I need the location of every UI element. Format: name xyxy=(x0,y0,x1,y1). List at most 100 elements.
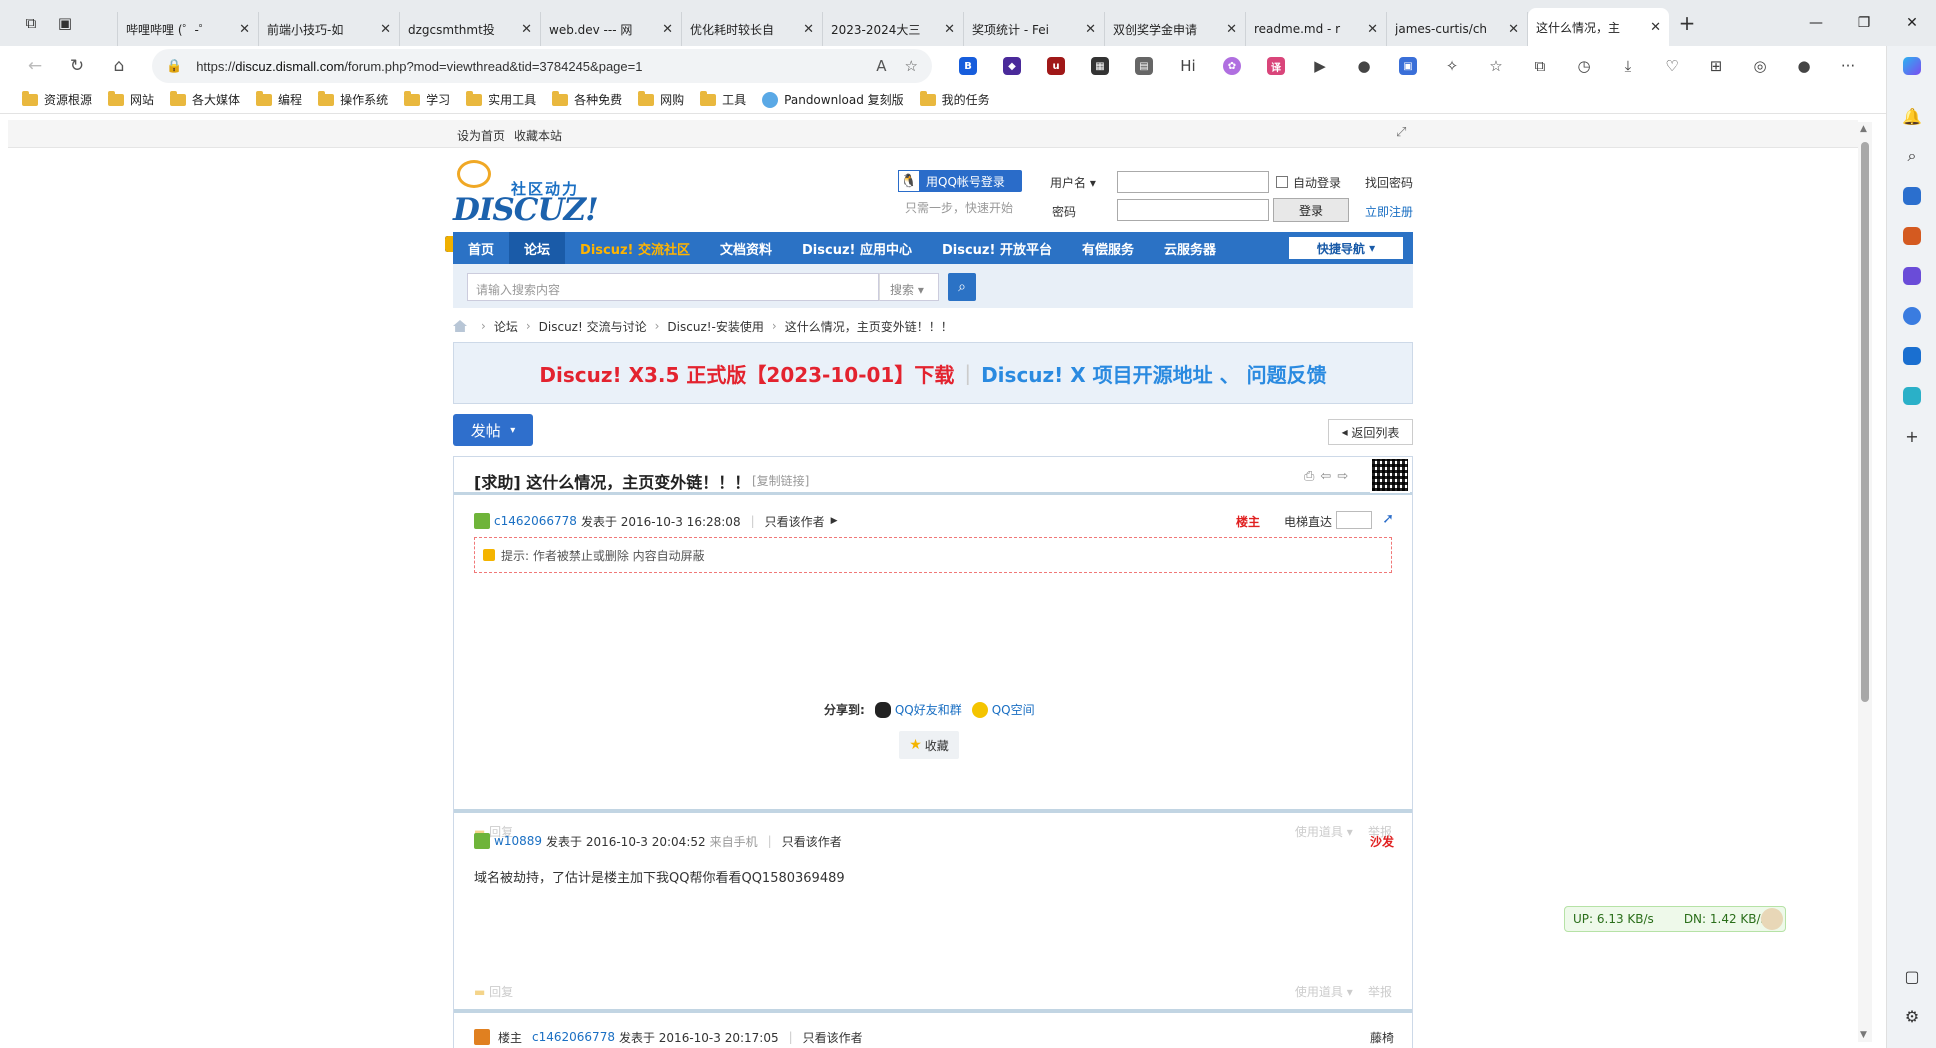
breadcrumb-item[interactable]: Discuz! 交流与讨论 xyxy=(539,318,647,335)
tab-close-icon[interactable]: ✕ xyxy=(380,22,391,37)
breadcrumb-item[interactable]: 这什么情况，主页变外链！！！ xyxy=(785,318,953,335)
tab-active[interactable]: 这什么情况，主 ✕ xyxy=(445,8,1669,252)
nav-item[interactable]: Discuz! 应用中心 xyxy=(787,232,927,264)
tab-close-icon[interactable]: ✕ xyxy=(1085,22,1096,37)
games-icon[interactable] xyxy=(1887,256,1936,296)
bookmark-item[interactable]: 实用工具 xyxy=(466,90,536,108)
author-link[interactable]: c1462066778 xyxy=(494,514,577,528)
history-icon[interactable]: ◷ xyxy=(1562,51,1606,81)
tab[interactable]: 2023-2024大三 ✕ xyxy=(445,12,964,252)
extension-icon[interactable]: ◆ xyxy=(990,51,1034,81)
extension-icon[interactable]: ▤ xyxy=(1122,51,1166,81)
record-icon[interactable]: ● xyxy=(1342,51,1386,81)
download-link[interactable]: Discuz! X3.5 正式版【2023-10-01】下载 xyxy=(539,359,954,388)
tab-close-icon[interactable]: ✕ xyxy=(1367,22,1378,37)
find-password-link[interactable]: 找回密码 xyxy=(1365,174,1413,191)
tab-close-icon[interactable]: ✕ xyxy=(1508,22,1519,37)
opensource-link[interactable]: Discuz! X 项目开源地址 、 问题反馈 xyxy=(981,359,1327,388)
shopping-icon[interactable] xyxy=(1887,176,1936,216)
avatar[interactable] xyxy=(474,1029,490,1045)
username-input[interactable] xyxy=(1117,171,1269,193)
tools-icon[interactable] xyxy=(1887,216,1936,256)
tab-close-icon[interactable]: ✕ xyxy=(521,22,532,37)
performance-icon[interactable]: ♡ xyxy=(1650,51,1694,81)
add-sidebar-app-icon[interactable]: + xyxy=(1887,416,1936,456)
downloads-icon[interactable]: ⤓ xyxy=(1606,51,1650,81)
elevator-go-icon[interactable]: ➚ xyxy=(1382,511,1394,527)
author-link[interactable]: w10889 xyxy=(494,834,542,848)
bookmark-item[interactable]: 我的任务 xyxy=(919,90,990,108)
favorite-star-icon[interactable]: ☆ xyxy=(905,57,918,75)
bookmark-item[interactable]: 网购 xyxy=(638,90,684,108)
bookmark-item[interactable]: 资源根源 xyxy=(22,90,92,108)
tab[interactable]: 哔哩哔哩 (゜-゜ ✕ xyxy=(118,12,461,252)
tab[interactable]: james-curtis/ch ✕ xyxy=(445,12,1528,252)
qq-icon[interactable] xyxy=(874,701,891,718)
set-home-link[interactable]: 设为首页 xyxy=(457,127,505,144)
bookmark-item[interactable]: 编程 xyxy=(256,90,302,108)
copilot-icon[interactable] xyxy=(1887,46,1936,86)
home-icon[interactable] xyxy=(453,320,467,332)
bookmark-item[interactable]: Pandownload 复刻版 xyxy=(762,91,904,108)
username-type-select[interactable]: 用户名 ▾ xyxy=(1050,174,1096,191)
nav-item[interactable]: 文档资料 xyxy=(705,232,787,264)
back-button[interactable]: ← xyxy=(14,50,56,82)
apps-icon[interactable]: ⊞ xyxy=(1694,51,1738,81)
new-tab-button[interactable]: + xyxy=(1669,11,1705,35)
tab[interactable]: 双创奖学金申请 ✕ xyxy=(445,12,1246,252)
bookmark-item[interactable]: 操作系统 xyxy=(318,90,388,108)
fullscreen-icon[interactable]: ⤢ xyxy=(1396,125,1406,140)
tab-close-icon[interactable]: ✕ xyxy=(662,22,673,37)
network-monitor-widget[interactable]: UP: 6.13 KB/s DN: 1.42 KB/s xyxy=(1564,906,1786,932)
nav-item[interactable]: 有偿服务 xyxy=(1067,232,1149,264)
tab-actions-icon[interactable]: ▣ xyxy=(48,8,82,38)
restore-button[interactable]: ❐ xyxy=(1840,0,1888,46)
tab-close-icon[interactable]: ✕ xyxy=(1650,20,1661,35)
breadcrumb-item[interactable]: 论坛 xyxy=(494,318,518,335)
profile-icon[interactable]: ● xyxy=(1782,51,1826,81)
register-link[interactable]: 立即注册 xyxy=(1365,203,1413,220)
password-input[interactable] xyxy=(1117,199,1269,221)
sidebar-toggle-icon[interactable]: ▢ xyxy=(1887,956,1936,996)
copy-link[interactable]: [复制链接] xyxy=(752,472,809,489)
extensions-icon[interactable]: ✧ xyxy=(1430,51,1474,81)
print-icon[interactable]: ⎙ xyxy=(1304,469,1320,484)
address-bar[interactable]: 🔒 https://discuz.dismall.com/forum.php?m… xyxy=(152,49,932,83)
close-window-button[interactable]: ✕ xyxy=(1888,0,1936,46)
login-button[interactable]: 登录 xyxy=(1273,198,1349,222)
scroll-up-icon[interactable]: ▲ xyxy=(1860,124,1867,134)
bookmark-item[interactable]: 工具 xyxy=(700,90,746,108)
avatar[interactable] xyxy=(474,513,490,529)
nav-item[interactable]: Discuz! 开放平台 xyxy=(927,232,1067,264)
elevator-input[interactable] xyxy=(1336,511,1372,529)
qzone-icon[interactable] xyxy=(971,701,988,718)
tab[interactable]: readme.md - r ✕ xyxy=(445,12,1387,252)
search-icon[interactable]: ⌕ xyxy=(948,273,976,301)
favorites-icon[interactable]: ☆ xyxy=(1474,51,1518,81)
play-icon[interactable]: ▶ xyxy=(1298,51,1342,81)
search-input[interactable]: 请输入搜索内容 xyxy=(467,273,879,301)
extension-icon[interactable]: ▦ xyxy=(1078,51,1122,81)
qq-login-button[interactable]: 🐧 用QQ帐号登录 xyxy=(898,170,1022,192)
only-author-link[interactable]: 只看该作者 xyxy=(782,833,842,850)
tab[interactable]: 优化耗时较长自 ✕ xyxy=(445,12,823,252)
edge-icon[interactable]: ◎ xyxy=(1738,51,1782,81)
nav-item[interactable]: 云服务器 xyxy=(1149,232,1231,264)
more-menu-icon[interactable]: ··· xyxy=(1826,51,1870,81)
back-to-list-button[interactable]: ◂ 返回列表 xyxy=(1328,419,1413,445)
new-post-button[interactable]: 发帖 ▾ xyxy=(453,414,533,446)
only-author-link[interactable]: 只看该作者 xyxy=(765,513,825,530)
discuz-logo[interactable]: 社区动力 DISCUZ! xyxy=(453,158,599,228)
home-button[interactable]: ⌂ xyxy=(98,50,140,82)
tools-link[interactable]: 使用道具 xyxy=(1295,825,1343,839)
outlook-icon[interactable] xyxy=(1887,336,1936,376)
tab-close-icon[interactable]: ✕ xyxy=(239,22,250,37)
tab-close-icon[interactable]: ✕ xyxy=(944,22,955,37)
refresh-button[interactable]: ↻ xyxy=(56,50,98,82)
bookmark-site-link[interactable]: 收藏本站 xyxy=(514,127,562,144)
notifications-icon[interactable]: 🔔 xyxy=(1887,96,1936,136)
bookmark-item[interactable]: 各大媒体 xyxy=(170,90,240,108)
tab[interactable]: web.dev --- 网 ✕ xyxy=(445,12,682,252)
tab-close-icon[interactable]: ✕ xyxy=(1226,22,1237,37)
collections-icon[interactable]: ⧉ xyxy=(1518,51,1562,81)
